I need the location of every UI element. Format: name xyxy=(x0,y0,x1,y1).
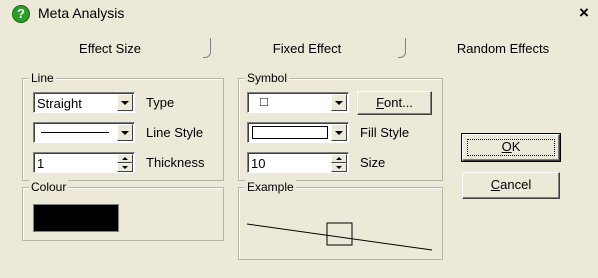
focus-rect xyxy=(467,139,555,156)
thickness-label: Thickness xyxy=(146,155,205,170)
square-icon: □ xyxy=(260,94,268,109)
spin-down-icon[interactable] xyxy=(117,163,133,172)
line-style-sample xyxy=(41,132,109,133)
spin-up-icon[interactable] xyxy=(117,154,133,163)
tab-fixed-effect[interactable]: Fixed Effect xyxy=(212,36,402,60)
example-symbol xyxy=(326,222,353,246)
font-button-label: ont... xyxy=(384,95,413,110)
close-icon[interactable]: × xyxy=(579,3,589,23)
symbol-shape-select[interactable]: □ xyxy=(247,92,349,113)
cancel-button-mnemonic: C xyxy=(490,177,501,192)
example-group-legend: Example xyxy=(245,180,296,194)
line-type-label: Type xyxy=(146,95,175,110)
symbol-group-legend: Symbol xyxy=(245,71,290,85)
thickness-value: 1 xyxy=(37,156,45,171)
meta-analysis-dialog: ? Meta Analysis × Effect Size Fixed Effe… xyxy=(0,0,598,278)
symbol-size-label: Size xyxy=(360,155,386,170)
title-bar: ? Meta Analysis × xyxy=(0,0,598,27)
line-type-value: Straight xyxy=(37,96,82,111)
cancel-button[interactable]: Cancel xyxy=(462,172,560,199)
chevron-down-icon[interactable] xyxy=(331,124,347,141)
window-title: Meta Analysis xyxy=(38,5,125,21)
colour-group-legend: Colour xyxy=(29,180,69,194)
tab-divider xyxy=(398,38,406,58)
symbol-size-stepper[interactable]: 10 xyxy=(247,152,349,173)
thickness-stepper[interactable]: 1 xyxy=(33,152,135,173)
line-group-legend: Line xyxy=(29,71,56,85)
font-button[interactable]: Font... xyxy=(357,91,432,115)
spin-down-icon[interactable] xyxy=(331,163,347,172)
chevron-down-icon[interactable] xyxy=(117,94,133,111)
fill-style-sample xyxy=(252,126,328,139)
cancel-button-label: ancel xyxy=(500,177,532,192)
fill-style-select[interactable] xyxy=(247,122,349,143)
colour-swatch[interactable] xyxy=(33,204,119,232)
tab-random-effects[interactable]: Random Effects xyxy=(408,36,598,60)
spin-up-icon[interactable] xyxy=(331,154,347,163)
tab-effect-size[interactable]: Effect Size xyxy=(12,36,208,60)
chevron-down-icon[interactable] xyxy=(117,124,133,141)
tab-divider xyxy=(203,38,211,58)
font-button-mnemonic: F xyxy=(376,95,385,110)
chevron-down-icon[interactable] xyxy=(331,94,347,111)
example-preview xyxy=(246,222,433,251)
line-style-label: Line Style xyxy=(146,125,204,140)
example-line xyxy=(246,223,433,251)
line-type-select[interactable]: Straight xyxy=(33,92,135,113)
line-style-select[interactable] xyxy=(33,122,135,143)
help-icon: ? xyxy=(12,5,30,23)
tab-bar: Effect Size Fixed Effect Random Effects xyxy=(0,36,598,61)
ok-button[interactable]: OK xyxy=(461,133,561,162)
symbol-size-value: 10 xyxy=(251,156,266,171)
fill-style-label: Fill Style xyxy=(360,125,410,140)
